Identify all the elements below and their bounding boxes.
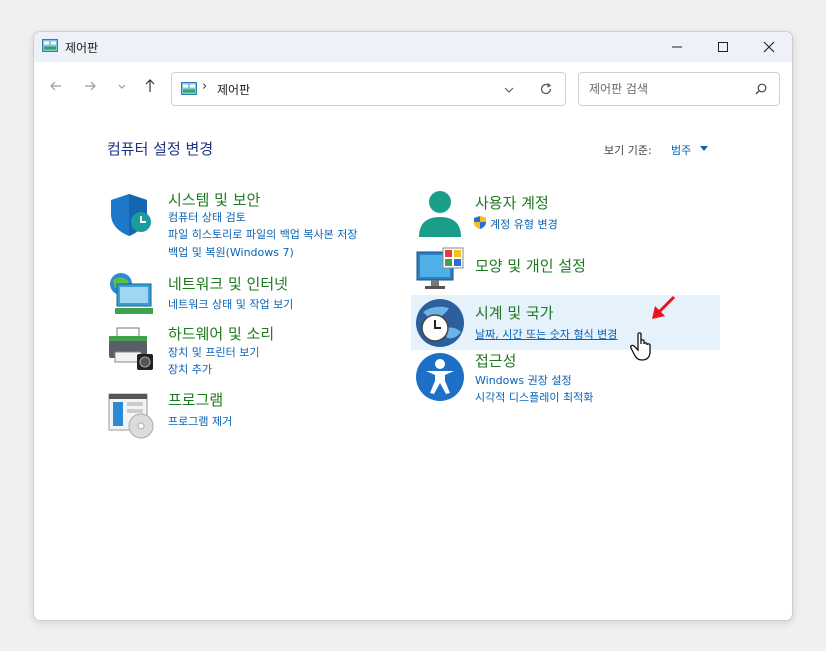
category-link[interactable]: 장치 추가 bbox=[168, 361, 212, 377]
search-input[interactable] bbox=[587, 80, 751, 98]
category-title[interactable]: 프로그램 bbox=[168, 389, 223, 410]
category-link[interactable]: 컴퓨터 상태 검토 bbox=[168, 209, 246, 225]
category-link[interactable]: 장치 및 프린터 보기 bbox=[168, 344, 259, 360]
uac-shield-icon bbox=[474, 216, 486, 229]
user-icon bbox=[419, 191, 461, 237]
chevron-down-icon[interactable] bbox=[503, 85, 515, 95]
caret-down-icon[interactable] bbox=[700, 146, 708, 152]
annotation-arrow-icon bbox=[652, 295, 676, 319]
close-icon bbox=[763, 41, 775, 53]
control-panel-window: 제어판 › 제어판 제어판 검색 컴퓨터 설정 변경 보기 기준: 범주 시스템… bbox=[33, 31, 793, 621]
title-bar: 제어판 bbox=[34, 32, 792, 62]
refresh-icon[interactable] bbox=[539, 82, 553, 96]
hand-cursor-icon bbox=[630, 332, 651, 361]
accessibility-icon bbox=[416, 353, 464, 401]
search-box[interactable] bbox=[578, 72, 780, 106]
shield-icon bbox=[111, 194, 151, 236]
search-icon[interactable] bbox=[754, 82, 768, 96]
category-title[interactable]: 접근성 bbox=[475, 350, 516, 371]
view-by-dropdown[interactable]: 범주 bbox=[671, 142, 691, 158]
category-link[interactable]: 프로그램 제거 bbox=[168, 413, 232, 429]
maximize-button[interactable] bbox=[700, 32, 746, 62]
control-panel-icon bbox=[42, 39, 58, 52]
maximize-icon bbox=[718, 42, 728, 52]
network-globe-icon bbox=[110, 273, 153, 314]
monitor-icon bbox=[416, 247, 464, 289]
category-link[interactable]: Windows 권장 설정 bbox=[475, 372, 572, 388]
navigation-bar: › 제어판 bbox=[34, 62, 792, 110]
chevron-down-icon[interactable] bbox=[112, 76, 132, 96]
category-title[interactable]: 시계 및 국가 bbox=[475, 302, 554, 323]
category-link[interactable]: 시각적 디스플레이 최적화 bbox=[475, 389, 593, 405]
category-title[interactable]: 사용자 계정 bbox=[475, 192, 549, 213]
category-title[interactable]: 시스템 및 보안 bbox=[168, 189, 260, 210]
programs-icon bbox=[108, 393, 154, 439]
window-title: 제어판 bbox=[65, 41, 99, 55]
page-title: 컴퓨터 설정 변경 bbox=[107, 140, 214, 158]
view-by-label: 보기 기준: bbox=[604, 144, 652, 157]
category-link[interactable]: 네트워크 상태 및 작업 보기 bbox=[168, 296, 293, 312]
clock-globe-icon bbox=[416, 299, 464, 347]
close-button[interactable] bbox=[746, 32, 792, 62]
arrow-left-icon[interactable] bbox=[46, 76, 66, 96]
category-title[interactable]: 네트워크 및 인터넷 bbox=[168, 273, 288, 294]
category-title[interactable]: 하드웨어 및 소리 bbox=[168, 323, 274, 344]
minimize-button[interactable] bbox=[654, 32, 700, 62]
category-title[interactable]: 모양 및 개인 설정 bbox=[475, 255, 586, 276]
breadcrumb-item[interactable]: 제어판 bbox=[217, 81, 250, 98]
breadcrumb-separator[interactable]: › bbox=[202, 79, 207, 94]
category-link[interactable]: 파일 히스토리로 파일의 백업 복사본 저장 bbox=[168, 226, 358, 242]
category-link[interactable]: 날짜, 시간 또는 숫자 형식 변경 bbox=[475, 326, 617, 342]
address-bar[interactable]: › 제어판 bbox=[171, 72, 566, 106]
minimize-icon bbox=[672, 46, 682, 48]
arrow-right-icon[interactable] bbox=[80, 76, 100, 96]
category-link[interactable]: 백업 및 복원(Windows 7) bbox=[168, 244, 294, 260]
category-link[interactable]: 계정 유형 변경 bbox=[490, 216, 558, 232]
printer-icon bbox=[109, 327, 153, 370]
control-panel-icon bbox=[181, 82, 197, 95]
arrow-up-icon[interactable] bbox=[140, 76, 160, 96]
